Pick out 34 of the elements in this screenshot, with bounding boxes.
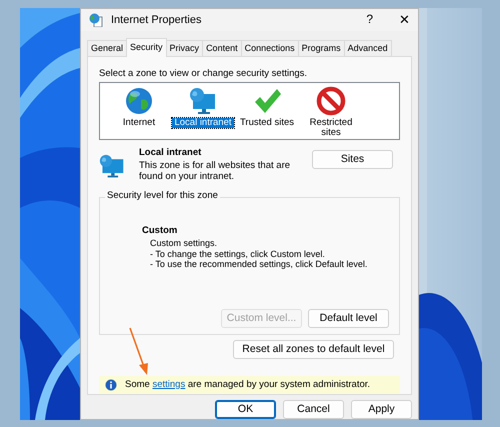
settings-link[interactable]: settings <box>152 378 186 390</box>
zone-label[interactable]: Trusted sites <box>238 118 296 128</box>
intranet-icon <box>99 154 125 180</box>
reset-zones-button[interactable]: Reset all zones to default level <box>233 340 394 360</box>
level-description: Custom settings. <box>150 238 218 249</box>
close-button[interactable]: ✕ <box>399 12 410 27</box>
zone-label[interactable]: Local intranet <box>172 118 234 128</box>
blocked-icon[interactable] <box>316 86 346 116</box>
default-level-button[interactable]: Default level <box>308 309 389 328</box>
help-button[interactable]: ? <box>366 13 373 26</box>
level-description: - To use the recommended settings, click Default level. <box>150 260 368 270</box>
zone-label[interactable]: Internet <box>120 118 158 128</box>
notice-text: Some settings are managed by your system administrator. <box>125 380 370 390</box>
dialog-button[interactable]: OK <box>215 400 276 419</box>
app-icon <box>89 12 103 27</box>
zone-prompt: Select a zone to view or change security settings. <box>99 68 308 79</box>
zone-label[interactable]: Restricted sites <box>300 118 362 139</box>
dialog-button[interactable]: Cancel <box>283 400 344 419</box>
info-icon <box>105 378 117 391</box>
window-title: Internet Properties <box>111 14 202 26</box>
group-title: Security level for this zone <box>105 191 220 202</box>
zone-description: This zone is for all websites that are found on your intranet. <box>139 161 292 182</box>
dialog-button[interactable]: Apply <box>351 400 412 419</box>
intranet-icon[interactable] <box>188 86 218 116</box>
tab[interactable]: Programs <box>298 40 345 56</box>
tab[interactable]: Advanced <box>344 40 392 56</box>
tab[interactable]: General <box>87 40 128 56</box>
zone-title: Local intranet <box>139 148 202 158</box>
tab[interactable]: Privacy <box>166 40 204 56</box>
globe-icon[interactable] <box>124 86 154 116</box>
level-name: Custom <box>142 226 178 237</box>
tab[interactable]: Security <box>126 38 167 56</box>
sites-button[interactable]: Sites <box>312 150 393 169</box>
level-description: - To change the settings, click Custom level. <box>150 250 326 260</box>
